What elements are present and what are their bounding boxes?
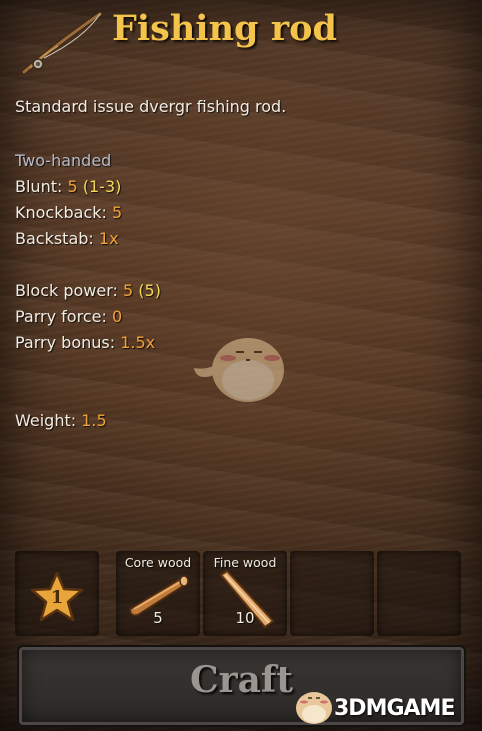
stat-value: 5: [123, 281, 134, 300]
stat-value: 5: [67, 177, 78, 196]
recipe-slots: 1 Core wood 5 Fine wood 10: [15, 551, 463, 636]
stat-range: (1-3): [82, 177, 122, 196]
stat-label: Blunt:: [15, 177, 63, 196]
stat-value: 5: [112, 203, 123, 222]
weight-stat: Weight: 1.5: [15, 408, 161, 434]
stat-value: 1x: [98, 229, 119, 248]
item-tooltip-panel: Fishing rod Standard issue dvergr fishin…: [0, 0, 482, 731]
watermark-logo: 3DMGAME: [290, 682, 476, 728]
stat-label: Backstab:: [15, 229, 94, 248]
stat-label: Weight:: [15, 411, 77, 430]
ingredient-count: 5: [153, 609, 163, 627]
ingredient-name: Core wood: [124, 555, 192, 570]
quality-level-number: 1: [50, 587, 64, 608]
stat-value: 0: [111, 307, 123, 326]
parry-force-stat: Parry force: 0: [15, 304, 161, 330]
stat-label: Block power:: [15, 281, 118, 300]
item-title: Fishing rod: [112, 8, 337, 49]
stat-label: Knockback:: [15, 203, 107, 222]
backstab-stat: Backstab: 1x: [15, 226, 161, 252]
ingredient-count: 10: [235, 609, 255, 627]
watermark-text: 3DMGAME: [334, 696, 455, 721]
stat-value: 1.5x: [120, 333, 156, 352]
stat-label: Parry force:: [15, 307, 107, 326]
empty-ingredient-slot: [377, 551, 461, 636]
stat-bonus: (5): [138, 281, 161, 300]
watermark-mascot-small-icon: [296, 692, 332, 724]
watermark-mascot-icon: [194, 338, 284, 402]
stat-value: 1.5: [81, 411, 107, 430]
parry-bonus-stat: Parry bonus: 1.5x: [15, 330, 161, 356]
ingredient-slot-core-wood[interactable]: Core wood 5: [116, 551, 200, 636]
item-description: Standard issue dvergr fishing rod.: [15, 97, 287, 116]
knockback-stat: Knockback: 5: [15, 200, 161, 226]
fishing-rod-icon: [21, 11, 103, 75]
blunt-stat: Blunt: 5 (1-3): [15, 174, 161, 200]
block-power-stat: Block power: 5 (5): [15, 278, 161, 304]
ingredient-slot-fine-wood[interactable]: Fine wood 10: [203, 551, 287, 636]
ingredient-name: Fine wood: [213, 555, 277, 570]
empty-ingredient-slot: [290, 551, 374, 636]
stat-label: Parry bonus:: [15, 333, 116, 352]
quality-star: 1: [29, 571, 85, 623]
quality-level-slot[interactable]: 1: [15, 551, 99, 636]
item-stats: Two-handed Blunt: 5 (1-3) Knockback: 5 B…: [15, 148, 161, 434]
handedness-text: Two-handed: [15, 151, 112, 170]
